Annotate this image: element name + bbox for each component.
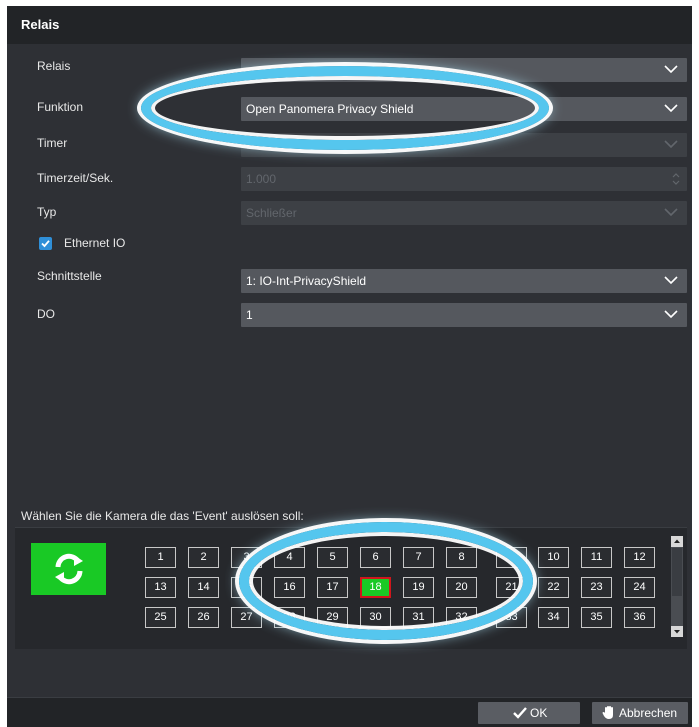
scroll-up-button[interactable]	[671, 536, 683, 547]
timer-value: Ein	[246, 138, 264, 152]
chevron-down-icon	[664, 104, 678, 113]
camera-button-13[interactable]: 13	[145, 577, 176, 598]
chevron-down-icon	[664, 140, 678, 149]
cancel-button[interactable]: Abbrechen	[592, 702, 688, 724]
ok-label: OK	[530, 706, 548, 720]
timerzeit-input: 1.000	[241, 167, 687, 191]
camera-button-15[interactable]: 15	[231, 577, 262, 598]
camera-button-26[interactable]: 26	[188, 607, 219, 628]
schnittstelle-value: 1: IO-Int-PrivacyShield	[246, 274, 367, 288]
timerzeit-value: 1.000	[246, 172, 277, 186]
timer-label: Timer	[37, 136, 68, 150]
camera-button-34[interactable]: 34	[538, 607, 569, 628]
checkmark-icon	[41, 240, 50, 248]
dialog-title: Relais	[21, 17, 60, 32]
camera-button-29[interactable]: 29	[317, 607, 348, 628]
camera-button-36[interactable]: 36	[624, 607, 655, 628]
do-select[interactable]: 1	[241, 303, 687, 327]
funktion-select[interactable]: Open Panomera Privacy Shield	[241, 97, 687, 121]
ethernet-io-label: Ethernet IO	[64, 236, 126, 250]
camera-button-14[interactable]: 14	[188, 577, 219, 598]
do-label: DO	[37, 307, 55, 321]
camera-button-2[interactable]: 2	[188, 547, 219, 568]
camera-button-20[interactable]: 20	[446, 577, 477, 598]
camera-button-7[interactable]: 7	[403, 547, 434, 568]
schnittstelle-select[interactable]: 1: IO-Int-PrivacyShield	[241, 269, 687, 293]
chevron-down-icon	[664, 310, 678, 319]
relais-dialog: Relais Relais Funktion Open Panomera Pri…	[7, 6, 692, 727]
camera-button-22[interactable]: 22	[538, 577, 569, 598]
camera-button-33[interactable]: 33	[496, 607, 527, 628]
typ-label: Typ	[37, 205, 57, 219]
camera-button-11[interactable]: 11	[581, 547, 612, 568]
relais-select[interactable]	[241, 58, 687, 82]
camera-button-24[interactable]: 24	[624, 577, 655, 598]
schnittstelle-label: Schnittstelle	[37, 269, 102, 283]
camera-button-21[interactable]: 21	[496, 577, 527, 598]
camera-button-31[interactable]: 31	[403, 607, 434, 628]
timer-select: Ein	[241, 133, 687, 157]
cancel-label: Abbrechen	[619, 706, 678, 720]
camera-button-35[interactable]: 35	[581, 607, 612, 628]
ok-button[interactable]: OK	[478, 702, 580, 724]
camera-button-5[interactable]: 5	[317, 547, 348, 568]
funktion-label: Funktion	[37, 100, 84, 114]
relais-label: Relais	[37, 59, 71, 73]
camera-button-28[interactable]: 28	[274, 607, 305, 628]
spinner-arrows-icon	[672, 173, 680, 185]
camera-button-25[interactable]: 25	[145, 607, 176, 628]
camera-button-9[interactable]: 9	[496, 547, 527, 568]
camera-button-10[interactable]: 10	[538, 547, 569, 568]
timerzeit-label: Timerzeit/Sek.	[37, 171, 114, 185]
title-bar: Relais	[7, 6, 692, 44]
chevron-down-icon	[664, 65, 678, 74]
camera-button-12[interactable]: 12	[624, 547, 655, 568]
dialog-footer: OK Abbrechen	[7, 697, 692, 727]
camera-button-1[interactable]: 1	[145, 547, 176, 568]
funktion-value: Open Panomera Privacy Shield	[246, 102, 414, 116]
do-value: 1	[246, 308, 253, 322]
camera-button-18[interactable]: 18	[360, 577, 391, 598]
scroll-thumb[interactable]	[672, 548, 682, 596]
camera-button-30[interactable]: 30	[360, 607, 391, 628]
stop-hand-icon	[602, 706, 613, 719]
camera-button-8[interactable]: 8	[446, 547, 477, 568]
arrow-up-icon	[674, 539, 680, 543]
camera-button-4[interactable]: 4	[274, 547, 305, 568]
arrow-down-icon	[674, 630, 680, 634]
camera-button-6[interactable]: 6	[360, 547, 391, 568]
refresh-button[interactable]	[31, 543, 106, 595]
checkmark-icon	[513, 707, 527, 719]
ethernet-io-checkbox[interactable]	[39, 237, 52, 250]
camera-button-19[interactable]: 19	[403, 577, 434, 598]
camera-button-17[interactable]: 17	[317, 577, 348, 598]
camera-button-3[interactable]: 3	[231, 547, 262, 568]
camera-button-32[interactable]: 32	[446, 607, 477, 628]
typ-select: Schließer	[241, 201, 687, 225]
chevron-down-icon	[664, 208, 678, 217]
refresh-icon	[55, 553, 83, 585]
camera-prompt: Wählen Sie die Kamera die das 'Event' au…	[21, 509, 304, 523]
camera-button-16[interactable]: 16	[274, 577, 305, 598]
camera-button-27[interactable]: 27	[231, 607, 262, 628]
camera-scrollbar[interactable]	[671, 536, 683, 637]
typ-value: Schließer	[246, 206, 297, 220]
camera-button-23[interactable]: 23	[581, 577, 612, 598]
chevron-down-icon	[664, 276, 678, 285]
scroll-down-button[interactable]	[671, 626, 683, 637]
